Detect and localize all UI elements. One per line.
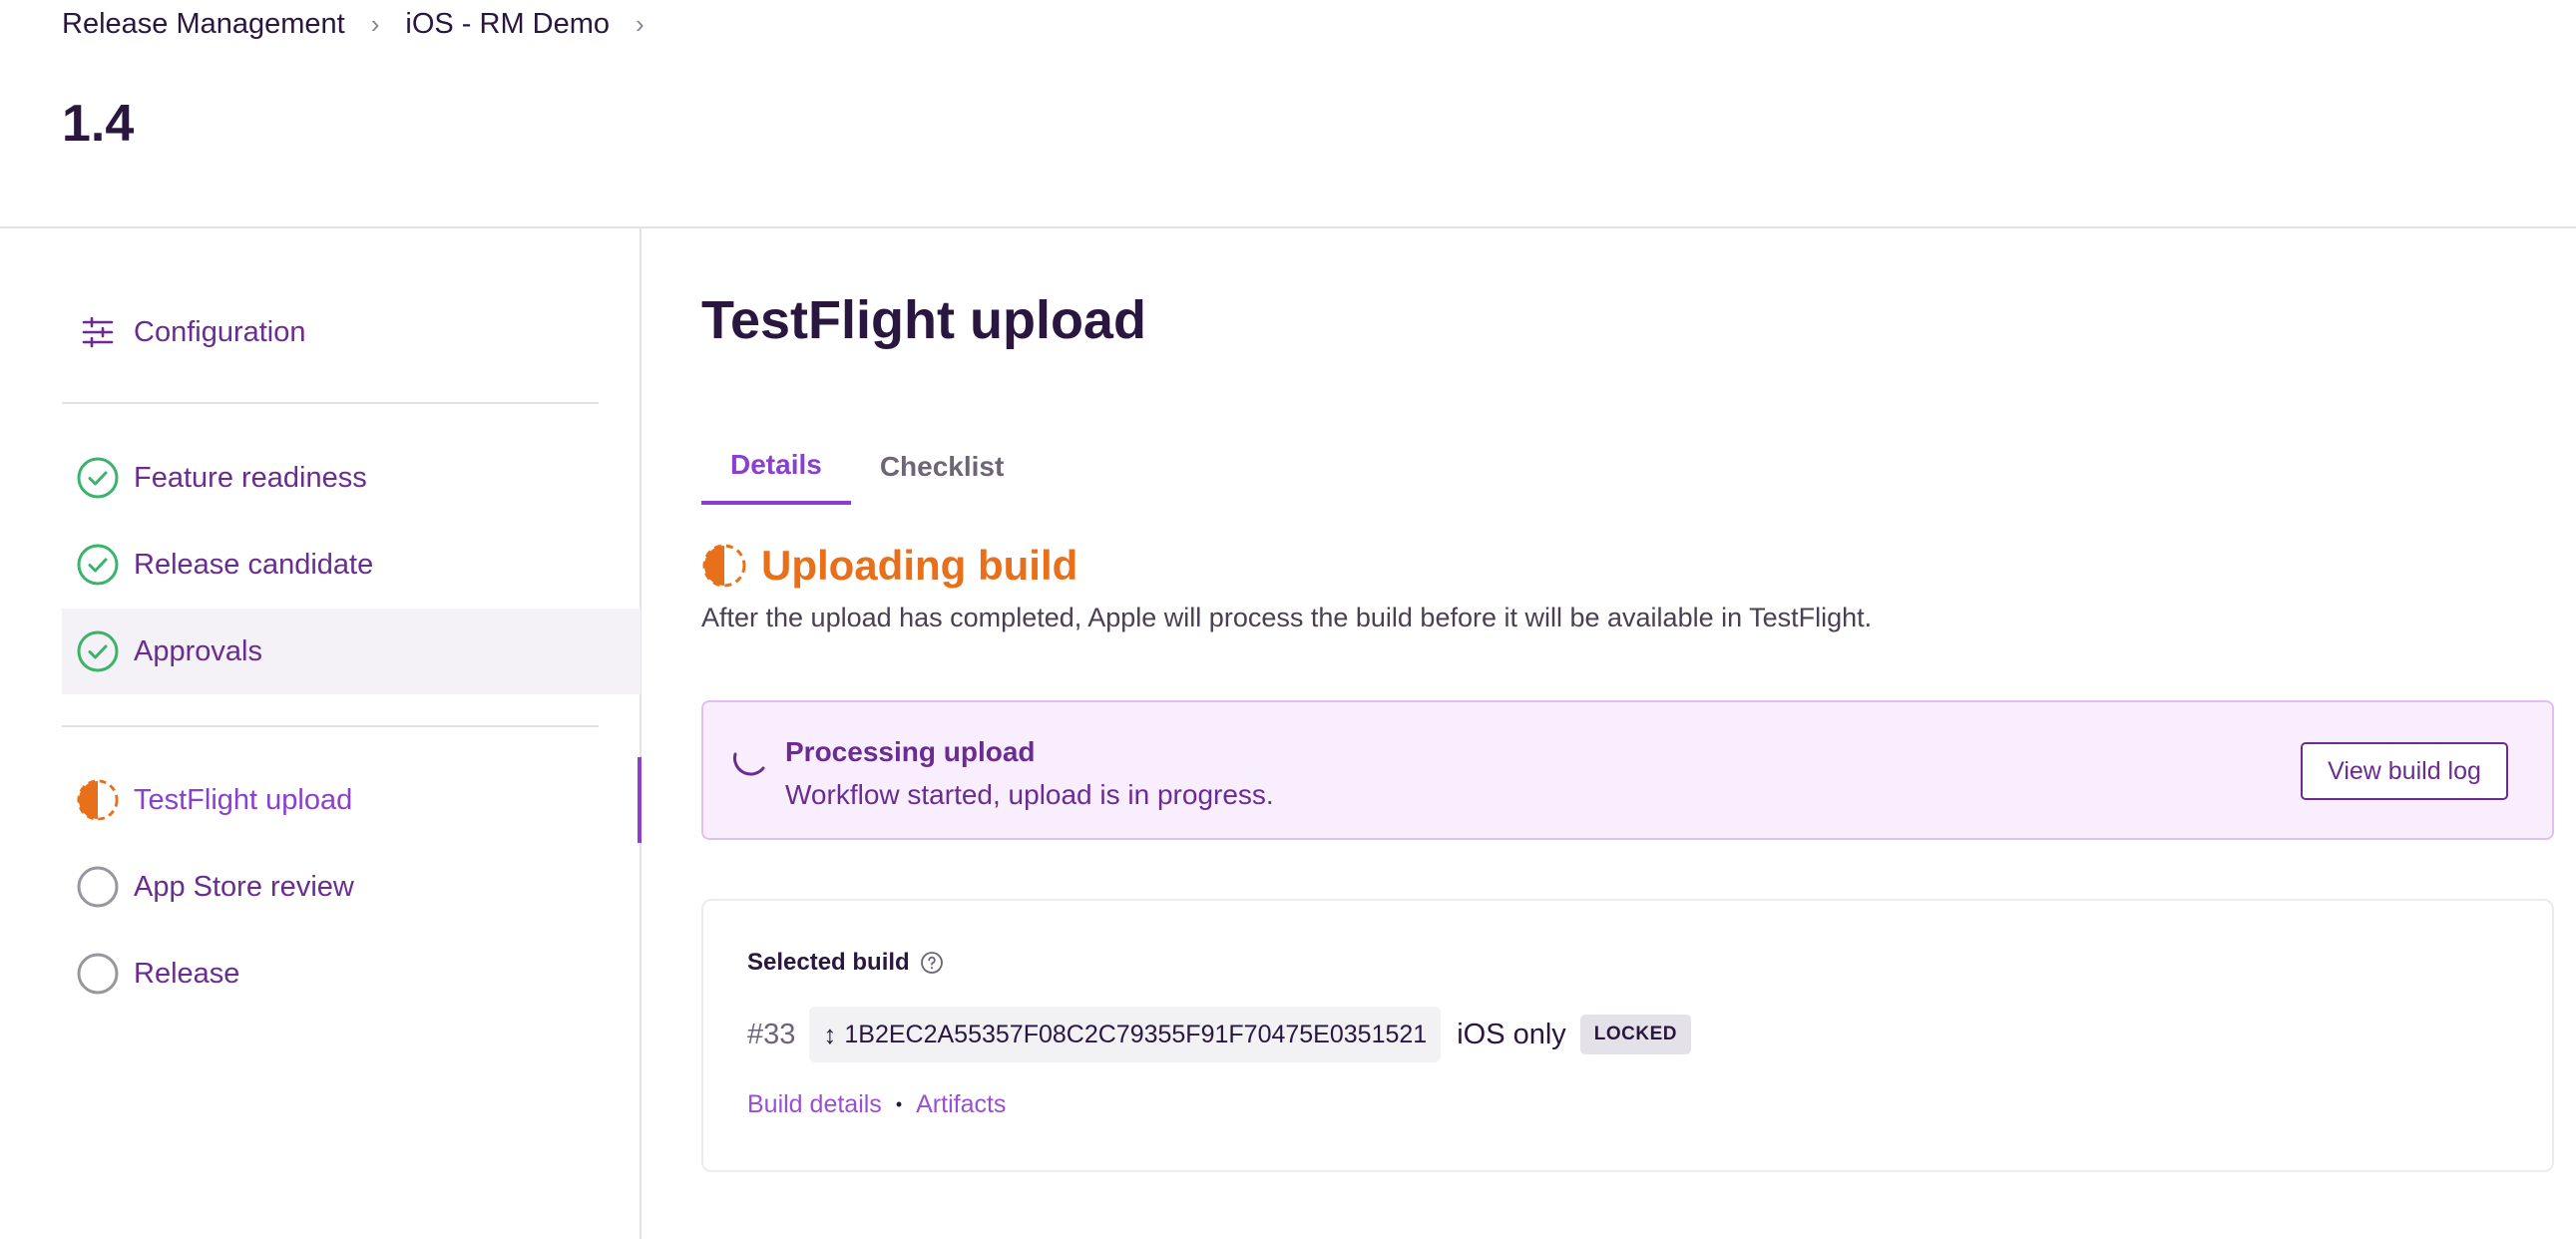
sidebar-item-approvals[interactable]: Approvals: [62, 609, 641, 694]
progress-banner: Processing upload Workflow started, uplo…: [701, 700, 2554, 840]
check-circle-icon: [76, 456, 120, 500]
up-down-arrow-icon: ↕: [823, 1019, 837, 1049]
sidebar-item-label: Configuration: [134, 315, 306, 348]
selected-build-label-text: Selected build: [747, 949, 910, 976]
sidebar-item-label: Feature readiness: [134, 461, 367, 494]
sliders-icon: [76, 310, 120, 354]
page-title: 1.4: [62, 95, 135, 153]
breadcrumb-release-management[interactable]: Release Management: [62, 8, 345, 41]
breadcrumb: Release Management › iOS - RM Demo ›: [62, 6, 670, 42]
view-build-log-button[interactable]: View build log: [2301, 742, 2508, 800]
platform-text: iOS only: [1457, 1018, 1566, 1050]
tab-details[interactable]: Details: [701, 429, 851, 505]
sidebar-item-app-store-review[interactable]: App Store review: [62, 844, 641, 930]
chevron-right-icon: ›: [636, 8, 644, 39]
sidebar-divider: [62, 725, 599, 727]
selected-build-label: Selected build: [747, 949, 944, 977]
build-details-link[interactable]: Build details: [747, 1090, 882, 1119]
sidebar-divider: [62, 402, 599, 404]
tab-checklist[interactable]: Checklist: [851, 429, 1034, 505]
commit-hash: 1B2EC2A55357F08C2C79355F91F70475E0351521: [844, 1020, 1428, 1048]
spinner-icon: [729, 740, 769, 780]
link-separator: •: [895, 1094, 903, 1114]
sidebar-item-label: Release: [134, 957, 240, 990]
sidebar-item-feature-readiness[interactable]: Feature readiness: [62, 435, 641, 521]
sidebar-item-label: Approvals: [134, 634, 262, 667]
help-circle-icon[interactable]: [920, 951, 944, 975]
empty-circle-icon: [76, 952, 120, 996]
chevron-right-icon: ›: [370, 8, 380, 39]
status-heading: Uploading build: [701, 536, 1077, 596]
check-circle-icon: [76, 629, 120, 673]
breadcrumb-app[interactable]: iOS - RM Demo: [405, 8, 610, 41]
sidebar-item-label: App Store review: [134, 870, 354, 903]
sidebar-item-release-candidate[interactable]: Release candidate: [62, 522, 641, 608]
sidebar-item-release[interactable]: Release: [62, 931, 641, 1017]
sidebar: Configuration Feature readiness Release …: [0, 228, 642, 1239]
sidebar-active-indicator: [638, 757, 642, 843]
status-badge: LOCKED: [1579, 1015, 1692, 1054]
sidebar-item-label: Release candidate: [134, 548, 374, 581]
section-title: TestFlight upload: [701, 290, 1146, 350]
build-number: #33: [747, 1018, 796, 1050]
page: Release Management › iOS - RM Demo › 1.4…: [0, 0, 2576, 1239]
check-circle-icon: [76, 543, 120, 587]
sidebar-item-testflight-upload[interactable]: TestFlight upload: [62, 757, 641, 843]
progress-title: Processing upload: [785, 736, 1036, 767]
progress-text: Workflow started, upload is in progress.: [785, 779, 1274, 810]
commit-chip[interactable]: ↕ 1B2EC2A55357F08C2C79355F91F70475E03515…: [809, 1007, 1442, 1062]
status-heading-text: Uploading build: [761, 542, 1078, 589]
half-circle-progress-icon: [76, 778, 120, 822]
half-circle-progress-icon: [701, 543, 747, 589]
build-links: Build details • Artifacts: [747, 1090, 1006, 1119]
artifacts-link[interactable]: Artifacts: [916, 1090, 1006, 1119]
selected-build-card: Selected build #33 ↕ 1B2EC2A55357F08C2C7…: [701, 899, 2554, 1172]
build-row: #33 ↕ 1B2EC2A55357F08C2C79355F91F70475E0…: [747, 1007, 1692, 1062]
status-description: After the upload has completed, Apple wi…: [701, 603, 1873, 632]
sidebar-item-configuration[interactable]: Configuration: [62, 289, 641, 375]
sidebar-item-label: TestFlight upload: [134, 783, 353, 816]
empty-circle-icon: [76, 865, 120, 909]
tab-bar: Details Checklist: [701, 429, 1033, 505]
